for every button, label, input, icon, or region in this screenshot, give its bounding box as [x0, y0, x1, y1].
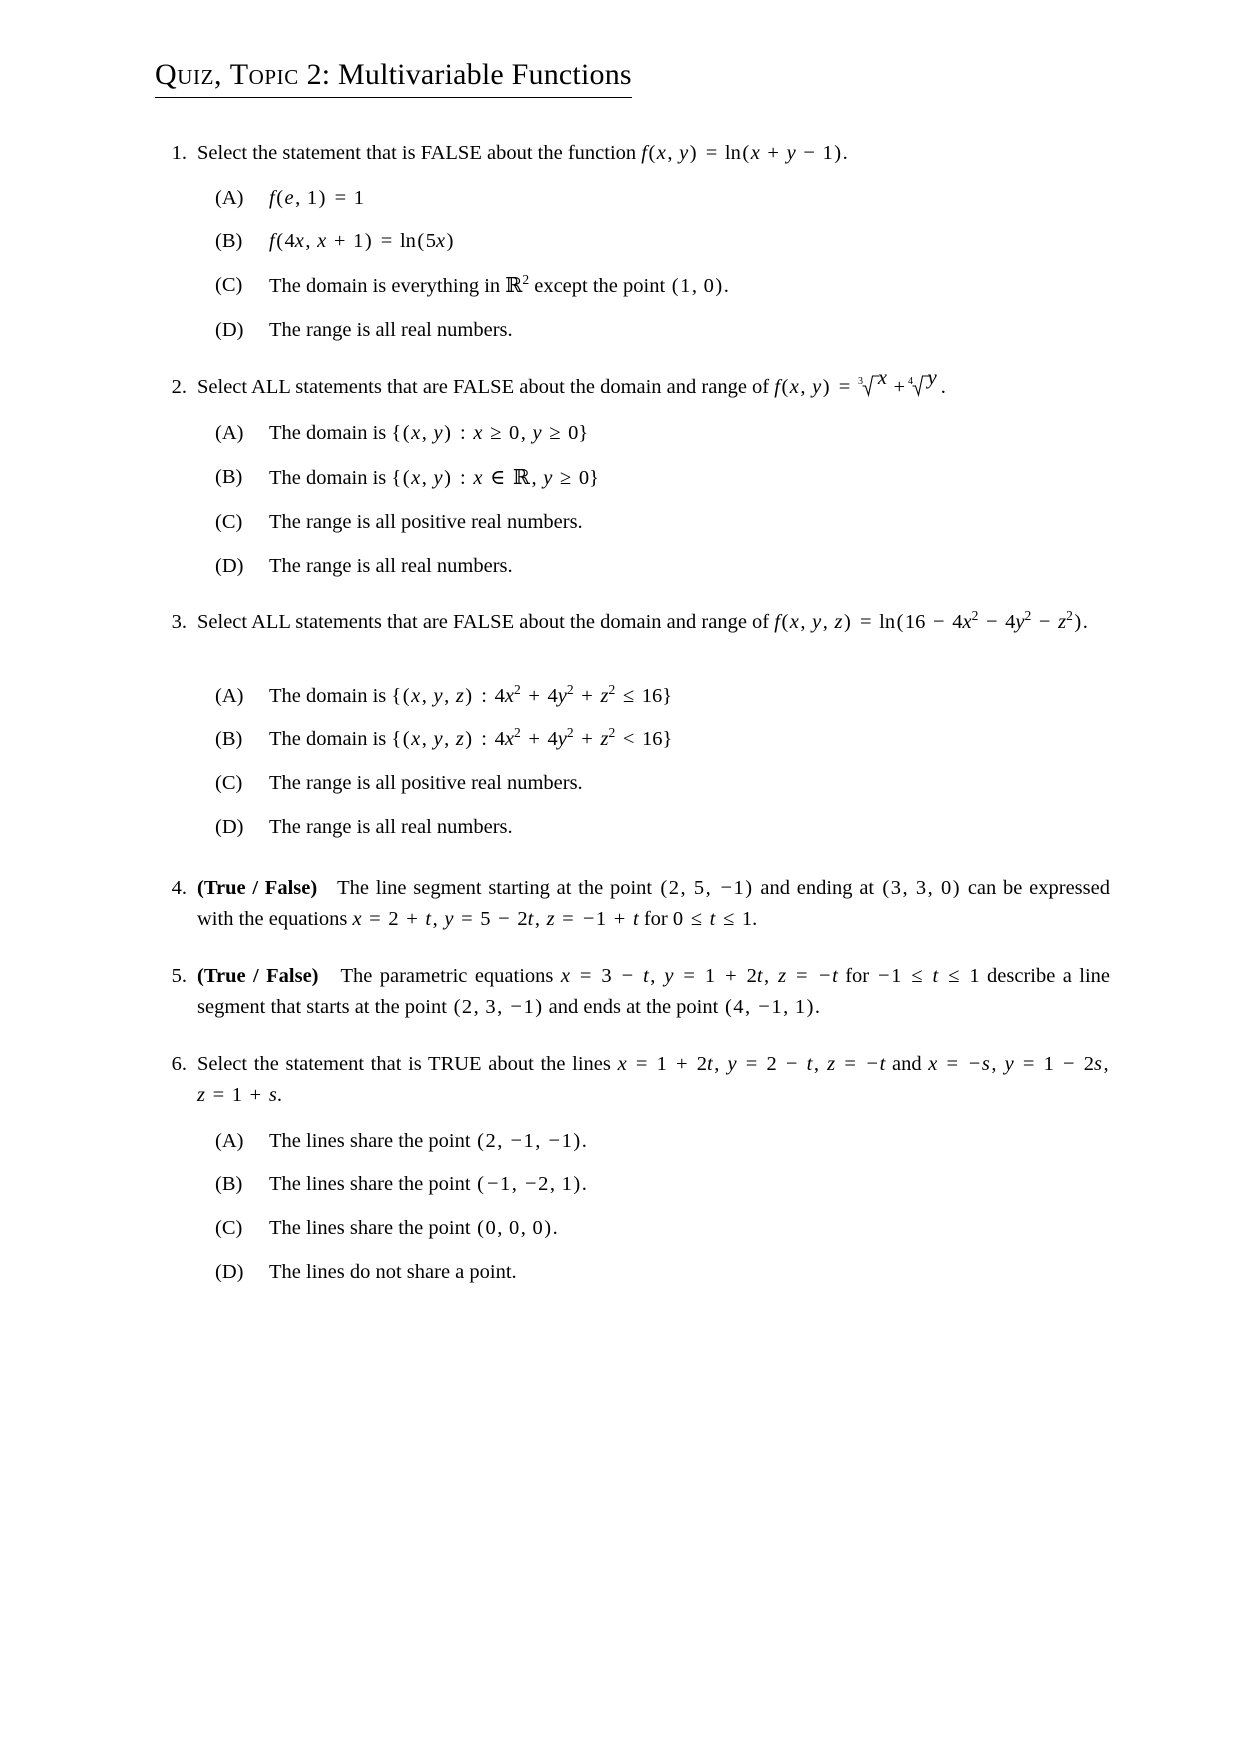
choice-1b-text: f(4x, x + 1) = ln(5x) [269, 230, 454, 253]
question-2-stem: Select ALL statements that are FALSE abo… [197, 367, 1110, 405]
choice-6b-text: The lines share the point (−1, −2, 1). [269, 1173, 587, 1196]
choice-2a-text: The domain is {(x, y) : x ≥ 0, y ≥ 0} [269, 422, 589, 445]
page-title-smallcaps: Quiz, Topic [155, 58, 299, 91]
page-title-rest: : Multivariable Functions [321, 58, 632, 91]
question-1: 1. Select the statement that is FALSE ab… [155, 138, 1110, 346]
question-4: 4. (True / False) The line segment start… [155, 873, 1110, 935]
choice-6d[interactable]: (D) The lines do not share a point. [197, 1257, 1110, 1288]
choice-2b-text: The domain is {(x, y) : x ∈ ℝ, y ≥ 0} [269, 465, 599, 490]
choice-1d[interactable]: (D) The range is all real numbers. [197, 315, 1110, 346]
page-title-number: 2 [306, 58, 322, 91]
choice-3c[interactable]: (C) The range is all positive real numbe… [197, 768, 1110, 799]
question-3-number: 3. [171, 611, 187, 634]
choice-2a[interactable]: (A) The domain is {(x, y) : x ≥ 0, y ≥ 0… [197, 418, 1110, 449]
choice-3a[interactable]: (A) The domain is {(x, y, z) : 4x2 + 4y2… [197, 681, 1110, 712]
choice-3b[interactable]: (B) The domain is {(x, y, z) : 4x2 + 4y2… [197, 724, 1110, 755]
choice-3d-label: (D) [215, 815, 244, 838]
quiz-page: Quiz, Topic 2: Multivariable Functions 1… [0, 0, 1240, 1754]
question-6-choices: (A) The lines share the point (2, −1, −1… [197, 1126, 1110, 1288]
question-5-truefalse-label: (True / False) [197, 964, 319, 987]
fourth-root-y: 4y [908, 367, 941, 404]
choice-2c-label: (C) [215, 510, 243, 533]
choice-6c[interactable]: (C) The lines share the point (0, 0, 0). [197, 1213, 1110, 1244]
choice-2b[interactable]: (B) The domain is {(x, y) : x ∈ ℝ, y ≥ 0… [197, 462, 1110, 494]
choice-3c-text: The range is all positive real numbers. [269, 772, 583, 795]
choice-6a[interactable]: (A) The lines share the point (2, −1, −1… [197, 1126, 1110, 1157]
choice-2c-text: The range is all positive real numbers. [269, 510, 583, 533]
choice-2d[interactable]: (D) The range is all real numbers. [197, 551, 1110, 582]
choice-3a-text: The domain is {(x, y, z) : 4x2 + 4y2 + z… [269, 681, 673, 707]
question-4-number: 4. [171, 876, 187, 899]
choice-1b-label: (B) [215, 230, 243, 253]
choice-3d-text: The range is all real numbers. [269, 815, 513, 838]
choice-1c[interactable]: (C) The domain is everything in ℝ2 excep… [197, 270, 1110, 302]
question-4-truefalse-label: (True / False) [197, 876, 318, 899]
choice-6a-text: The lines share the point (2, −1, −1). [269, 1129, 587, 1152]
choice-2d-label: (D) [215, 554, 244, 577]
choice-1c-text: The domain is everything in ℝ2 except th… [269, 272, 729, 298]
choice-2d-text: The range is all real numbers. [269, 554, 513, 577]
question-1-choices: (A) f(e, 1) = 1 (B) f(4x, x + 1) = ln(5x… [197, 183, 1110, 346]
choice-1c-label: (C) [215, 274, 243, 297]
choice-6b-label: (B) [215, 1173, 243, 1196]
page-title-wrapper: Quiz, Topic 2: Multivariable Functions [155, 56, 1110, 98]
choice-3a-label: (A) [215, 684, 244, 707]
question-5-number: 5. [171, 964, 187, 987]
choice-1d-label: (D) [215, 318, 244, 341]
choice-1a[interactable]: (A) f(e, 1) = 1 [197, 183, 1110, 214]
question-3: 3. Select ALL statements that are FALSE … [155, 607, 1110, 842]
choice-1a-label: (A) [215, 186, 244, 209]
choice-1a-text: f(e, 1) = 1 [269, 186, 365, 209]
question-list: 1. Select the statement that is FALSE ab… [155, 138, 1110, 1288]
choice-3d[interactable]: (D) The range is all real numbers. [197, 812, 1110, 843]
choice-1b[interactable]: (B) f(4x, x + 1) = ln(5x) [197, 226, 1110, 257]
choice-6d-text: The lines do not share a point. [269, 1260, 517, 1283]
choice-2a-label: (A) [215, 422, 244, 445]
question-3-stem: Select ALL statements that are FALSE abo… [197, 608, 1088, 634]
question-5: 5. (True / False) The parametric equatio… [155, 961, 1110, 1023]
question-6: 6. Select the statement that is TRUE abo… [155, 1049, 1110, 1287]
question-1-stem: Select the statement that is FALSE about… [197, 141, 848, 164]
svg-text:3: 3 [858, 376, 863, 387]
svg-text:4: 4 [908, 376, 913, 387]
question-3-choices: (A) The domain is {(x, y, z) : 4x2 + 4y2… [197, 681, 1110, 843]
choice-1d-text: The range is all real numbers. [269, 318, 513, 341]
choice-2c[interactable]: (C) The range is all positive real numbe… [197, 507, 1110, 538]
choice-3b-label: (B) [215, 728, 243, 751]
question-1-number: 1. [171, 141, 187, 164]
choice-3b-text: The domain is {(x, y, z) : 4x2 + 4y2 + z… [269, 725, 673, 751]
question-2-choices: (A) The domain is {(x, y) : x ≥ 0, y ≥ 0… [197, 418, 1110, 581]
choice-2b-label: (B) [215, 466, 243, 489]
page-title: Quiz, Topic 2: Multivariable Functions [155, 56, 632, 98]
question-2: 2. Select ALL statements that are FALSE … [155, 367, 1110, 582]
choice-3c-label: (C) [215, 772, 243, 795]
question-6-number: 6. [171, 1053, 187, 1076]
choice-6b[interactable]: (B) The lines share the point (−1, −2, 1… [197, 1169, 1110, 1200]
question-6-stem: Select the statement that is TRUE about … [197, 1053, 1109, 1107]
question-5-stem: (True / False) The parametric equations … [197, 964, 1111, 1019]
question-2-number: 2. [171, 375, 187, 398]
choice-6c-label: (C) [215, 1217, 243, 1240]
choice-6a-label: (A) [215, 1129, 244, 1152]
choice-6d-label: (D) [215, 1260, 244, 1283]
choice-6c-text: The lines share the point (0, 0, 0). [269, 1217, 558, 1240]
cube-root-x: 3x [858, 367, 891, 404]
question-4-stem: (True / False) The line segment starting… [197, 876, 1110, 930]
